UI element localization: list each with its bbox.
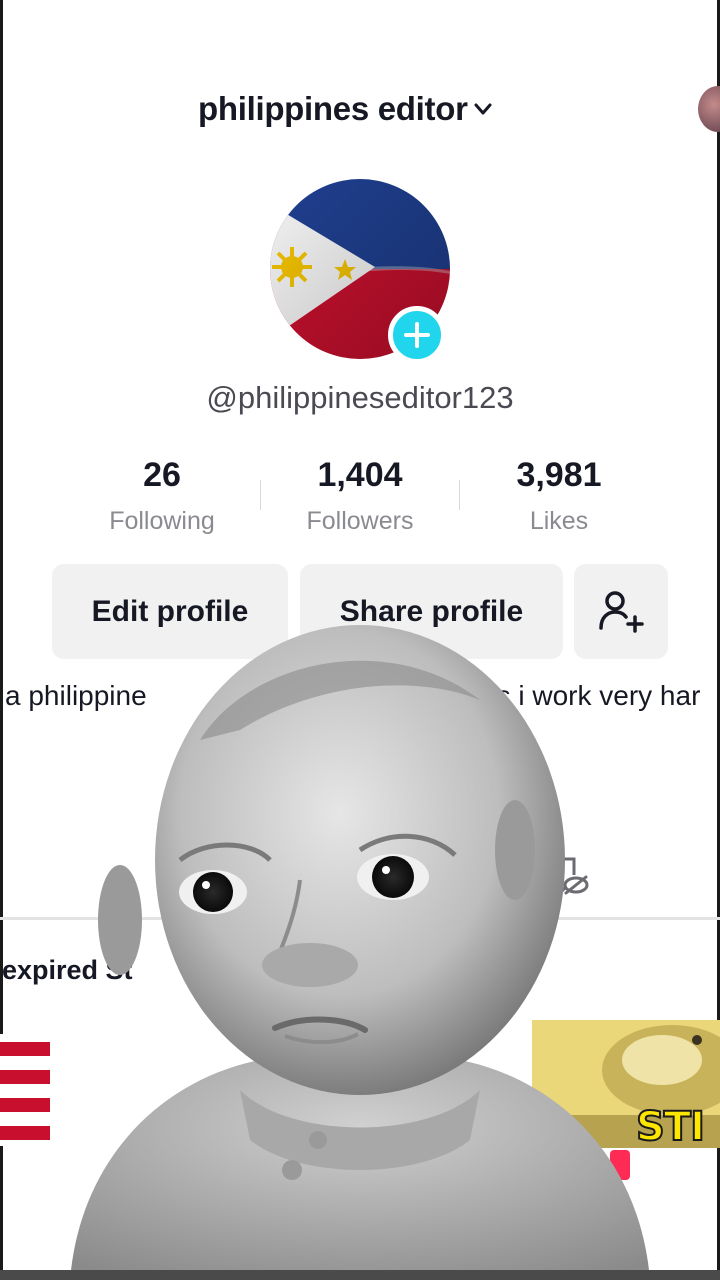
striped-flag-thumbnail bbox=[0, 1034, 50, 1146]
stat-label: Likes bbox=[529, 507, 589, 535]
stat-label: Following bbox=[109, 507, 215, 535]
stat-label: Followers bbox=[306, 507, 414, 535]
profile-handle: @philippineseditor123 bbox=[206, 380, 514, 415]
stat-following[interactable]: 26 Following bbox=[62, 456, 262, 536]
stat-value: 3,981 bbox=[516, 456, 602, 494]
profile-header: philippines editor bbox=[0, 86, 720, 136]
account-name: philippines editor bbox=[198, 90, 468, 127]
baby-face-overlay-image bbox=[70, 625, 650, 1280]
stat-likes[interactable]: 3,981 Likes bbox=[459, 456, 659, 536]
add-avatar-button[interactable] bbox=[388, 306, 446, 364]
stat-value: 26 bbox=[143, 456, 181, 494]
story-avatar[interactable] bbox=[698, 86, 720, 132]
profile-avatar-wrap bbox=[270, 179, 450, 364]
account-switcher[interactable]: philippines editor bbox=[198, 90, 494, 128]
stat-followers[interactable]: 1,404 Followers bbox=[260, 456, 460, 536]
stat-value: 1,404 bbox=[317, 456, 403, 494]
profile-stats: 26 Following 1,404 Followers 3,981 Likes bbox=[62, 456, 662, 546]
video-thumbnail-left[interactable] bbox=[0, 1034, 50, 1146]
bottom-edge-bar bbox=[0, 1270, 720, 1280]
plus-icon bbox=[404, 322, 430, 348]
chevron-down-icon bbox=[474, 103, 492, 115]
